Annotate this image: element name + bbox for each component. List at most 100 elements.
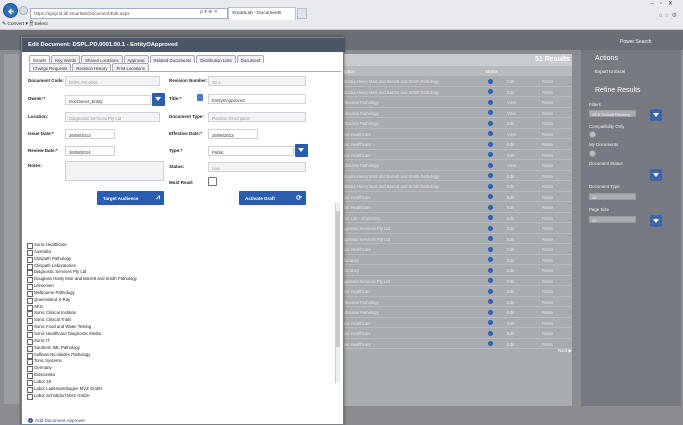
edit-link[interactable]: Edit [507, 174, 514, 179]
retire-link[interactable]: Retire [542, 205, 553, 210]
edit-link[interactable]: Edit [507, 216, 514, 221]
edit-link[interactable]: Edit [507, 342, 514, 347]
edit-link[interactable]: Edit [507, 195, 514, 200]
edit-link[interactable]: Edit [507, 289, 514, 294]
compatibility-checkbox[interactable] [589, 131, 596, 138]
approver-tree-item[interactable]: Labor Lademannbogen MVZ GmbH [27, 386, 337, 393]
window-controls[interactable]: –▫✕ [651, 0, 680, 7]
add-document-approver-link[interactable]: + Add Document Approver [28, 418, 85, 423]
retire-link[interactable]: Retire [542, 289, 553, 294]
retire-link[interactable]: Retire [542, 100, 553, 105]
table-row[interactable]: Sonic Healthcare Edit Retire [335, 318, 572, 328]
approver-tree-item[interactable]: Bioscientia [27, 372, 337, 379]
tab-approval[interactable]: Approval [123, 55, 149, 63]
address-bar[interactable]: https://sgsynd.dll.smartlab/Document/Edi… [30, 8, 228, 19]
approver-tree-item[interactable]: SKG [27, 304, 337, 311]
edit-link[interactable]: Edit [507, 205, 514, 210]
title-field[interactable]: EntityOApproved [208, 94, 306, 104]
retire-link[interactable]: Retire [542, 310, 553, 315]
edit-link[interactable]: Edit [507, 310, 514, 315]
table-row[interactable]: Melbourne Pathology View Retire [335, 108, 572, 118]
filters-dropdown-button[interactable] [650, 109, 662, 121]
most-read-checkbox[interactable] [208, 177, 217, 186]
retire-link[interactable]: Retire [542, 321, 553, 326]
retire-link[interactable]: Retire [542, 142, 553, 147]
power-search-link[interactable]: Power Search [620, 39, 651, 45]
table-row[interactable]: Sonic Healthcare Edit Retire [335, 328, 572, 339]
approver-tree-item[interactable]: Melbourne Pathology [27, 290, 337, 297]
tab-details[interactable]: Details [29, 55, 51, 63]
notes-textarea[interactable] [65, 161, 164, 181]
approver-tree-item[interactable]: Australia [27, 249, 337, 256]
approver-tree-item[interactable]: Clinipath Laboratories [27, 263, 337, 270]
edit-link[interactable]: View [507, 111, 516, 116]
approver-tree-item[interactable]: Sonic Food and Water Testing [27, 324, 337, 331]
table-row[interactable]: Diagnostic Services Pty Ltd Edit Retire [335, 234, 572, 244]
edit-link[interactable]: Edit [507, 142, 514, 147]
retire-link[interactable]: Retire [542, 195, 553, 200]
table-row[interactable]: Melbourne Pathology Edit Retire [335, 297, 572, 307]
type-dropdown-button[interactable] [295, 144, 308, 157]
retire-link[interactable]: Retire [542, 268, 553, 273]
retire-link[interactable]: Retire [542, 184, 553, 189]
table-row[interactable]: Alabama Henry Mart and Barrett and Smith… [335, 76, 572, 87]
retire-link[interactable]: Retire [542, 111, 553, 116]
table-row[interactable]: Sonic Healthcare View Retire [335, 129, 572, 139]
edit-link[interactable]: View [507, 163, 516, 168]
tab-change-requests[interactable]: Change Requests [29, 63, 72, 71]
col-status[interactable]: Status [485, 69, 498, 74]
tab-revision-history[interactable]: Revision History [72, 63, 112, 71]
command-bar[interactable]: ✎ Convert ▾ 🗎 Select [2, 21, 48, 29]
approver-tree-item[interactable]: Germany [27, 365, 337, 373]
edit-link[interactable]: Edit [507, 279, 514, 284]
approver-tree-item[interactable]: Douglass Hanly Moir and Barrett and Smit… [27, 276, 337, 284]
retire-link[interactable]: Retire [542, 153, 553, 158]
edit-link[interactable]: Edit [507, 121, 514, 126]
my-documents-checkbox[interactable] [589, 150, 596, 157]
doc-status-dropdown-button[interactable] [650, 169, 662, 181]
retire-link[interactable]: Retire [542, 216, 553, 221]
edit-link[interactable]: Edit [507, 247, 514, 252]
approver-tree-item[interactable]: Sonic Healthcare Diagnostic Media [27, 331, 337, 338]
tab-related-documents[interactable]: Related Documents [149, 55, 196, 63]
approver-tree-item[interactable]: Queensland X-Ray [27, 297, 337, 304]
approver-tree-item[interactable]: Sullivan Nicolaides Pathology [27, 352, 337, 359]
retire-link[interactable]: Retire [542, 237, 553, 242]
edit-link[interactable]: Edit [507, 331, 514, 336]
edit-link[interactable]: Edit [507, 90, 514, 95]
approver-tree-item[interactable]: Diagnostic Services Pty Ltd [27, 269, 337, 277]
edit-link[interactable]: Edit [507, 184, 514, 189]
table-row[interactable]: Sonic Healthcare Edit Retire [335, 139, 572, 150]
approver-tree-item[interactable]: Sonic IT [27, 338, 337, 345]
table-row[interactable]: Sonic Healthcare Edit Retire [335, 150, 572, 160]
retire-link[interactable]: Retire [542, 342, 553, 347]
table-row[interactable]: Sonic Healthcare Edit Retire [335, 192, 572, 202]
retire-link[interactable]: Retire [542, 163, 553, 168]
table-row[interactable]: Diagnostic Services Pty Ltd Edit Retire [335, 223, 572, 234]
retire-link[interactable]: Retire [542, 79, 553, 84]
approver-tree-item[interactable]: Labor 28 [27, 379, 337, 386]
approver-tree-item[interactable]: Sonic Clinical Institute [27, 310, 337, 318]
edit-link[interactable]: Edit [507, 226, 514, 231]
table-row[interactable]: Sonic Healthcare Edit Retire [335, 202, 572, 213]
retire-link[interactable]: Retire [542, 132, 553, 137]
retire-link[interactable]: Retire [542, 247, 553, 252]
issue-date-field[interactable]: 26/08/2013 [65, 129, 115, 139]
edit-link[interactable]: View [507, 100, 516, 105]
next-page-button[interactable]: Next ▶ [558, 348, 576, 355]
review-date-field[interactable]: 26/08/2014 [65, 146, 115, 156]
approver-tree-item[interactable]: Labor Schottdorf MVZ GmbH [27, 393, 337, 400]
edit-link[interactable]: Edit [507, 153, 514, 158]
filters-select[interactable]: All & Default Ranking [589, 110, 636, 117]
table-row[interactable]: Sonic Healthcare Edit Retire [335, 244, 572, 255]
table-row[interactable]: Laboratory Edit Retire [335, 255, 572, 265]
export-excel-link[interactable]: Export to Excel [595, 69, 625, 74]
table-row[interactable]: Melbourne Pathology Edit Retire [335, 307, 572, 318]
table-row[interactable]: Melbourne Pathology View Retire [335, 160, 572, 171]
new-tab-button[interactable] [297, 8, 307, 19]
table-row[interactable]: Sonic Lab - Chemistry Edit Retire [335, 213, 572, 223]
tab-key-words[interactable]: Key Words [51, 55, 81, 63]
refresh-icon[interactable]: ρ ▾ ⊕ ✕ [200, 9, 218, 15]
effective-date-field[interactable]: 26/08/2013 [208, 129, 258, 139]
owner-field[interactable]: DocOwner_Entity [65, 95, 151, 105]
